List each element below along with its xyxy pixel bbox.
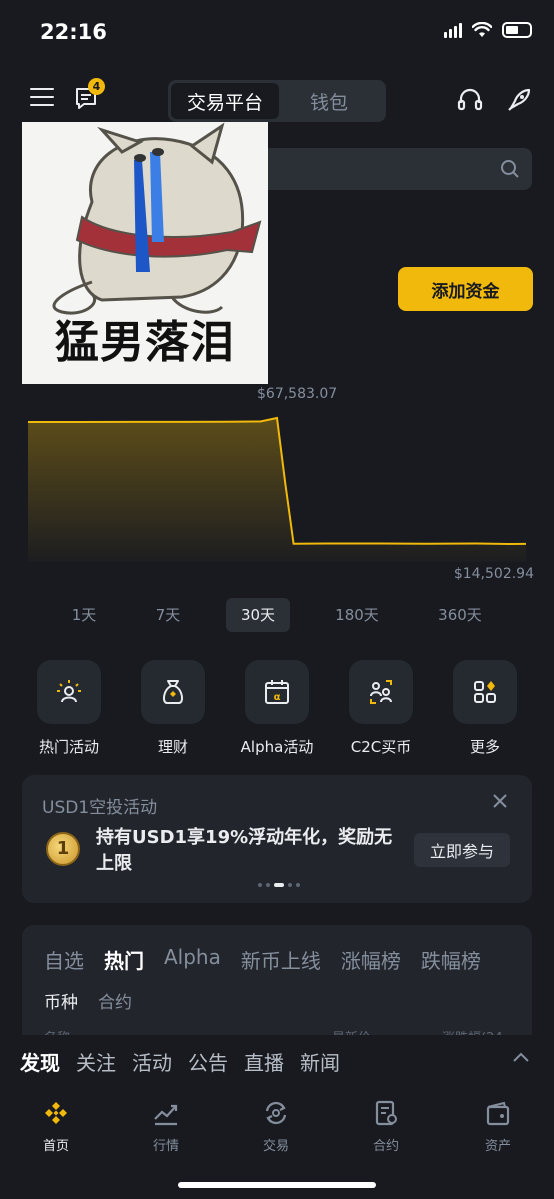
tab-new-listings[interactable]: 新币上线 (241, 945, 321, 974)
futures-doc-icon (375, 1100, 397, 1126)
close-icon[interactable] (490, 791, 510, 811)
period-1d[interactable]: 1天 (58, 598, 110, 632)
market-chart-icon (154, 1104, 178, 1126)
tab-live[interactable]: 直播 (244, 1047, 284, 1076)
wifi-icon (472, 22, 492, 37)
promo-card[interactable]: USD1空投活动 1 持有USD1享19%浮动年化，奖励无上限 立即参与 (22, 775, 532, 903)
period-30d[interactable]: 30天 (226, 598, 290, 632)
usd1-coin-icon: 1 (46, 832, 80, 866)
nav-markets[interactable]: 行情 (126, 1099, 206, 1154)
cellular-signal-icon (444, 22, 462, 38)
c2c-users-icon (370, 680, 392, 704)
nav-assets[interactable]: 资产 (458, 1099, 538, 1154)
add-funds-button[interactable]: 添加资金 (398, 267, 533, 311)
period-180d[interactable]: 180天 (325, 598, 389, 632)
column-price: 最新价 (332, 1027, 371, 1035)
hot-activity-icon (57, 680, 81, 703)
tab-gainers[interactable]: 涨幅榜 (341, 945, 401, 974)
promo-text: 持有USD1享19%浮动年化，奖励无上限 (96, 827, 393, 874)
quick-action-label: 热门活动 (38, 738, 99, 756)
svg-text:α: α (274, 692, 281, 703)
market-subtabs: 币种 合约 (44, 988, 132, 1013)
tab-favorites[interactable]: 自选 (44, 945, 84, 974)
tab-announcements[interactable]: 公告 (188, 1047, 228, 1076)
nav-trade[interactable]: 交易 (236, 1099, 316, 1154)
notification-badge: 4 (88, 78, 105, 95)
sticker-caption: 猛男落泪 (55, 317, 235, 368)
join-now-button[interactable]: 立即参与 (414, 833, 510, 867)
nav-label: 首页 (42, 1139, 69, 1154)
trade-exchange-icon (265, 1101, 287, 1125)
gift-rocket-icon[interactable] (505, 86, 533, 114)
status-icons (444, 22, 532, 38)
tab-activities[interactable]: 活动 (132, 1047, 172, 1076)
messages-button[interactable]: 4 (74, 78, 105, 114)
quick-action-c2c[interactable]: C2C买币 (341, 660, 421, 757)
quick-action-more[interactable]: 更多 (445, 660, 525, 757)
tab-wallet[interactable]: 钱包 (279, 83, 379, 119)
platform-switch: 交易平台 钱包 (168, 80, 386, 122)
battery-icon (502, 22, 532, 38)
market-section: 自选 热门 Alpha 新币上线 涨幅榜 跌幅榜 币种 合约 名称 最新价 涨跌… (22, 925, 532, 1035)
tab-losers[interactable]: 跌幅榜 (421, 945, 481, 974)
wallet-icon (486, 1101, 510, 1126)
nav-label: 合约 (372, 1139, 399, 1154)
grid-more-icon (474, 681, 496, 703)
headset-icon[interactable] (456, 86, 484, 114)
tab-hot[interactable]: 热门 (104, 945, 144, 974)
menu-icon[interactable] (30, 88, 54, 110)
promo-title: USD1空投活动 (42, 798, 158, 818)
chart-min-label: $14,502.94 (453, 566, 534, 582)
discover-tabs: 发现 关注 活动 公告 直播 新闻 (20, 1047, 340, 1076)
nav-label: 资产 (484, 1139, 511, 1154)
quick-action-alpha[interactable]: α Alpha活动 (237, 660, 317, 757)
tab-exchange[interactable]: 交易平台 (171, 83, 279, 119)
quick-action-label: 理财 (157, 738, 188, 756)
nav-home[interactable]: 首页 (16, 1099, 96, 1154)
quick-action-label: C2C买币 (350, 738, 412, 756)
status-time: 22:16 (40, 20, 107, 44)
quick-action-hot-activity[interactable]: 热门活动 (29, 660, 109, 757)
nav-label: 行情 (152, 1139, 179, 1154)
crying-mouse-illustration (52, 122, 262, 315)
subtab-spot[interactable]: 币种 (44, 988, 78, 1013)
period-360d[interactable]: 360天 (428, 598, 492, 632)
column-change: 涨跌幅(24 (442, 1027, 503, 1035)
column-name: 名称 (44, 1027, 70, 1035)
tab-discover[interactable]: 发现 (20, 1047, 60, 1076)
nav-label: 交易 (262, 1139, 289, 1154)
tab-news[interactable]: 新闻 (300, 1047, 340, 1076)
binance-logo-icon (45, 1102, 67, 1124)
meme-sticker: 猛男落泪 (22, 122, 268, 384)
tab-alpha[interactable]: Alpha (164, 945, 221, 974)
subtab-futures[interactable]: 合约 (98, 988, 132, 1013)
home-indicator (178, 1182, 376, 1188)
carousel-dots (258, 883, 300, 887)
chart-area (28, 418, 526, 562)
money-bag-icon (162, 680, 184, 704)
market-tabs: 自选 热门 Alpha 新币上线 涨幅榜 跌幅榜 (44, 945, 481, 974)
quick-action-label: Alpha活动 (240, 738, 314, 756)
period-7d[interactable]: 7天 (142, 598, 194, 632)
quick-action-earn[interactable]: 理财 (133, 660, 213, 757)
search-icon (501, 160, 519, 178)
quick-action-label: 更多 (469, 738, 500, 756)
tab-following[interactable]: 关注 (76, 1047, 116, 1076)
period-selector: 1天 7天 30天 180天 360天 (0, 598, 554, 632)
calendar-alpha-icon: α (265, 680, 289, 704)
chevron-up-icon[interactable] (512, 1051, 530, 1063)
nav-futures[interactable]: 合约 (346, 1099, 426, 1154)
discover-bar: 发现 关注 活动 公告 直播 新闻 (0, 1035, 554, 1083)
balance-chart (28, 416, 527, 562)
